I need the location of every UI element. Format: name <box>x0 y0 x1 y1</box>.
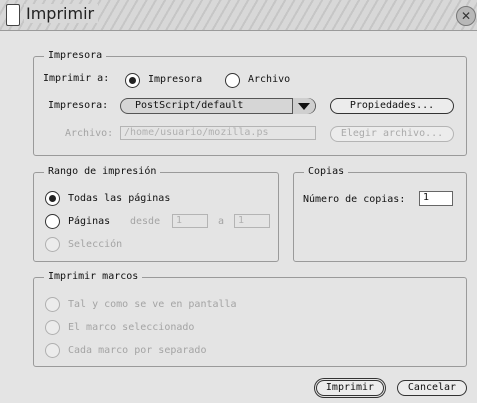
radio-file[interactable] <box>225 73 240 88</box>
document-icon <box>6 4 20 26</box>
copies-group-legend: Copias <box>304 166 349 177</box>
copies-count-input[interactable]: 1 <box>419 191 453 206</box>
close-button[interactable]: ✕ <box>456 6 476 26</box>
range-group-legend: Rango de impresión <box>44 166 161 177</box>
radio-printer[interactable] <box>125 73 140 88</box>
radio-frames-as-shown[interactable] <box>45 297 60 312</box>
radio-frames-separate[interactable] <box>45 343 60 358</box>
printer-select-value: PostScript/default <box>135 100 244 111</box>
radio-frames-selected-label[interactable]: El marco seleccionado <box>68 322 194 333</box>
properties-button[interactable]: Propiedades... <box>330 98 454 114</box>
from-label: desde <box>130 216 161 227</box>
copies-group: Copias <box>293 166 467 262</box>
radio-frames-selected[interactable] <box>45 320 60 335</box>
radio-pages-label[interactable]: Páginas <box>68 216 110 227</box>
radio-all-pages-label[interactable]: Todas las páginas <box>68 193 170 204</box>
printer-select[interactable]: PostScript/default <box>120 98 316 114</box>
print-to-label: Imprimir a: <box>43 73 110 84</box>
frames-group-legend: Imprimir marcos <box>44 271 143 282</box>
chevron-down-icon[interactable] <box>292 98 315 114</box>
radio-file-label[interactable]: Archivo <box>248 74 290 85</box>
radio-frames-as-shown-label[interactable]: Tal y como se ve en pantalla <box>68 299 237 310</box>
radio-pages[interactable] <box>45 214 60 229</box>
radio-frames-separate-label[interactable]: Cada marco por separado <box>68 345 206 356</box>
printer-label: Impresora: <box>48 100 109 111</box>
cancel-button[interactable]: Cancelar <box>397 380 467 396</box>
radio-selection[interactable] <box>45 237 60 252</box>
radio-printer-label[interactable]: Impresora <box>148 74 202 85</box>
copies-count-label: Número de copias: <box>303 194 406 205</box>
print-button[interactable]: Imprimir <box>316 380 384 396</box>
printer-group-legend: Impresora <box>44 50 107 61</box>
choose-file-button[interactable]: Elegir archivo... <box>330 126 454 142</box>
close-icon: ✕ <box>460 9 472 23</box>
window-title: Imprimir <box>24 4 99 23</box>
from-page-input[interactable]: 1 <box>172 214 208 228</box>
radio-selection-label[interactable]: Selección <box>68 239 122 250</box>
to-label: a <box>218 216 225 227</box>
file-label: Archivo: <box>65 128 114 139</box>
file-path-input[interactable]: /home/usuario/mozilla.ps <box>120 126 316 140</box>
radio-all-pages[interactable] <box>45 191 60 206</box>
to-page-input[interactable]: 1 <box>234 214 270 228</box>
title-bar: Imprimir ✕ <box>0 0 477 31</box>
